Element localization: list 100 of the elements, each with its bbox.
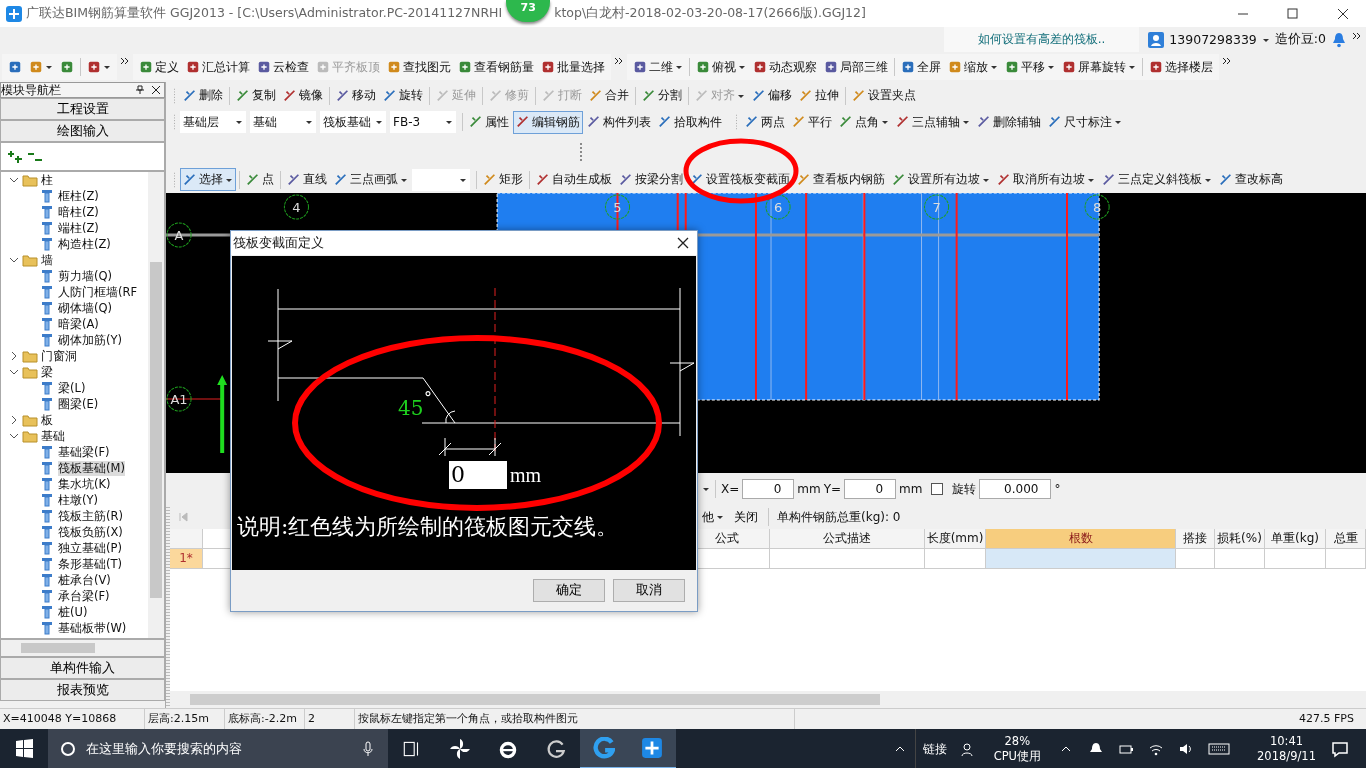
toolbar-grip[interactable]: [173, 170, 176, 189]
toolbar-button[interactable]: 删除辅轴: [974, 110, 1044, 134]
toolbar-button[interactable]: 平行: [789, 110, 835, 134]
column-header[interactable]: 长度(mm): [925, 529, 986, 549]
tree-item[interactable]: 人防门框墙(RF: [58, 284, 138, 300]
toolbar-button[interactable]: 直线: [284, 168, 330, 191]
overflow-icon[interactable]: [1352, 31, 1362, 41]
toolbar-button[interactable]: 两点: [742, 110, 788, 134]
tree-item[interactable]: 砌体墙(Q): [58, 300, 113, 316]
toolbar-button[interactable]: 旋转: [380, 84, 426, 107]
toolbar-button[interactable]: 复制: [233, 84, 279, 107]
dropdown[interactable]: 筏板基础: [320, 111, 386, 133]
tree-item[interactable]: 端柱(Z): [58, 220, 99, 236]
user-account[interactable]: 13907298339: [1169, 32, 1257, 47]
nav-tab[interactable]: 工程设置: [0, 98, 165, 120]
collapse-icon[interactable]: [9, 367, 19, 377]
toolbar-button[interactable]: 查看板内钢筋: [794, 168, 888, 191]
toolbar-button[interactable]: 俯视: [693, 55, 749, 79]
scrollbar[interactable]: [0, 639, 165, 657]
toolbar-button[interactable]: 查改标高: [1216, 168, 1286, 191]
toolbar-button[interactable]: 查找图元: [384, 55, 454, 79]
dropdown[interactable]: 基础: [250, 111, 316, 133]
toolbar-button[interactable]: 镜像: [280, 84, 326, 107]
table-cell[interactable]: [986, 549, 1176, 569]
toolbar-button[interactable]: 编辑钢筋: [513, 110, 583, 134]
dialog-button[interactable]: 确定: [533, 579, 605, 602]
collapse-icon[interactable]: [9, 175, 19, 185]
caret-icon[interactable]: [702, 485, 710, 493]
nav-tab[interactable]: 绘图输入: [0, 120, 165, 142]
panel-button[interactable]: 关闭: [732, 508, 760, 526]
toolbar-button[interactable]: 三点画弧: [331, 168, 411, 191]
collapse-icon[interactable]: [9, 255, 19, 265]
tree-item[interactable]: 构造柱(Z): [58, 236, 111, 252]
tree-item[interactable]: 圈梁(E): [58, 396, 99, 412]
toolbar-button[interactable]: 移动: [333, 84, 379, 107]
toolbar-button[interactable]: 分割: [639, 84, 685, 107]
tree-item[interactable]: 筏板主筋(R): [58, 508, 123, 524]
scrollbar[interactable]: [170, 691, 1366, 708]
toolbar-button[interactable]: 局部三维: [821, 55, 891, 79]
toolbar-button[interactable]: 点角: [836, 110, 892, 134]
column-header[interactable]: 搭接: [1176, 529, 1215, 549]
tree-item[interactable]: 柱: [41, 172, 53, 189]
toolbar-button[interactable]: 三点辅轴: [893, 110, 973, 134]
toolbar-button[interactable]: 云检查: [254, 55, 312, 79]
table-cell[interactable]: [1176, 549, 1215, 569]
microphone-icon[interactable]: [360, 741, 376, 757]
tree-item[interactable]: 门窗洞: [41, 347, 77, 365]
clock[interactable]: 10:41 2018/9/11: [1257, 734, 1316, 764]
tree-item[interactable]: 砌体加筋(Y): [58, 332, 122, 348]
tree-item[interactable]: 暗柱(Z): [58, 204, 99, 220]
x-input[interactable]: 0: [742, 479, 795, 499]
toolbar-button[interactable]: 二维: [630, 55, 686, 79]
taskbar-app[interactable]: [628, 729, 676, 768]
tree-item[interactable]: 桩承台(V): [58, 572, 111, 588]
toolbar-button[interactable]: 屏幕旋转: [1059, 55, 1139, 79]
toolbar-button[interactable]: 选择: [180, 168, 236, 191]
overflow-icon[interactable]: [120, 56, 130, 66]
overflow-icon[interactable]: [1222, 56, 1232, 66]
tree-item[interactable]: 桩(U): [58, 604, 88, 620]
tree-item[interactable]: 基础: [41, 427, 65, 445]
toolbar-button[interactable]: 取消所有边坡: [994, 168, 1098, 191]
column-header[interactable]: 单重(kg): [1265, 529, 1326, 549]
dropdown[interactable]: FB-3: [390, 111, 456, 133]
tree-item[interactable]: 剪力墙(Q): [58, 268, 113, 284]
tree-item[interactable]: 柱墩(Y): [58, 492, 98, 508]
toolbar-button[interactable]: 缩放: [945, 55, 1001, 79]
dropdown[interactable]: 基础层: [180, 111, 246, 133]
tree-item[interactable]: 梁: [41, 363, 53, 381]
toolbar-button[interactable]: 批量选择: [538, 55, 608, 79]
collapse-icon[interactable]: [9, 431, 19, 441]
offset-input[interactable]: 0: [449, 461, 507, 489]
tree-item[interactable]: 梁(L): [58, 380, 86, 396]
tree-item[interactable]: 筏板基础(M): [58, 460, 125, 476]
toolbar-button[interactable]: 点: [243, 168, 277, 191]
toolbar-button[interactable]: 三点定义斜筏板: [1099, 168, 1215, 191]
tree-item[interactable]: 框柱(Z): [58, 188, 99, 204]
toolbar-button[interactable]: 动态观察: [750, 55, 820, 79]
nav-tab[interactable]: 报表预览: [0, 679, 165, 701]
toolbar-button[interactable]: 查看钢筋量: [455, 55, 537, 79]
overflow-icon[interactable]: [614, 56, 624, 66]
toolbar-button[interactable]: 属性: [466, 110, 512, 134]
toolbar-button[interactable]: 尺寸标注: [1045, 110, 1125, 134]
nav-tab[interactable]: 单构件输入: [0, 657, 165, 679]
toolbar-button[interactable]: 设置所有边坡: [889, 168, 993, 191]
angle-input[interactable]: 0.000: [979, 479, 1052, 499]
expand-icon[interactable]: [9, 415, 19, 425]
tree-item[interactable]: 独立基础(P): [58, 540, 122, 556]
toolbar-button[interactable]: 选择楼层: [1146, 55, 1216, 79]
tree-item[interactable]: 条形基础(T): [58, 556, 122, 572]
toolbar-button[interactable]: 平移: [1002, 55, 1058, 79]
toolbar-button[interactable]: 偏移: [749, 84, 795, 107]
toolbar-button[interactable]: 构件列表: [584, 110, 654, 134]
toolbar-button[interactable]: 删除: [180, 84, 226, 107]
column-header[interactable]: 损耗(%): [1215, 529, 1265, 549]
column-header[interactable]: 公式描述: [770, 529, 925, 549]
tree-item[interactable]: 基础梁(F): [58, 444, 110, 460]
tree-item[interactable]: 筏板负筋(X): [58, 524, 123, 540]
search-field[interactable]: 在这里输入你要搜索的内容: [48, 729, 388, 768]
toolbar-grip[interactable]: [735, 113, 738, 131]
toolbar-button[interactable]: 合并: [586, 84, 632, 107]
